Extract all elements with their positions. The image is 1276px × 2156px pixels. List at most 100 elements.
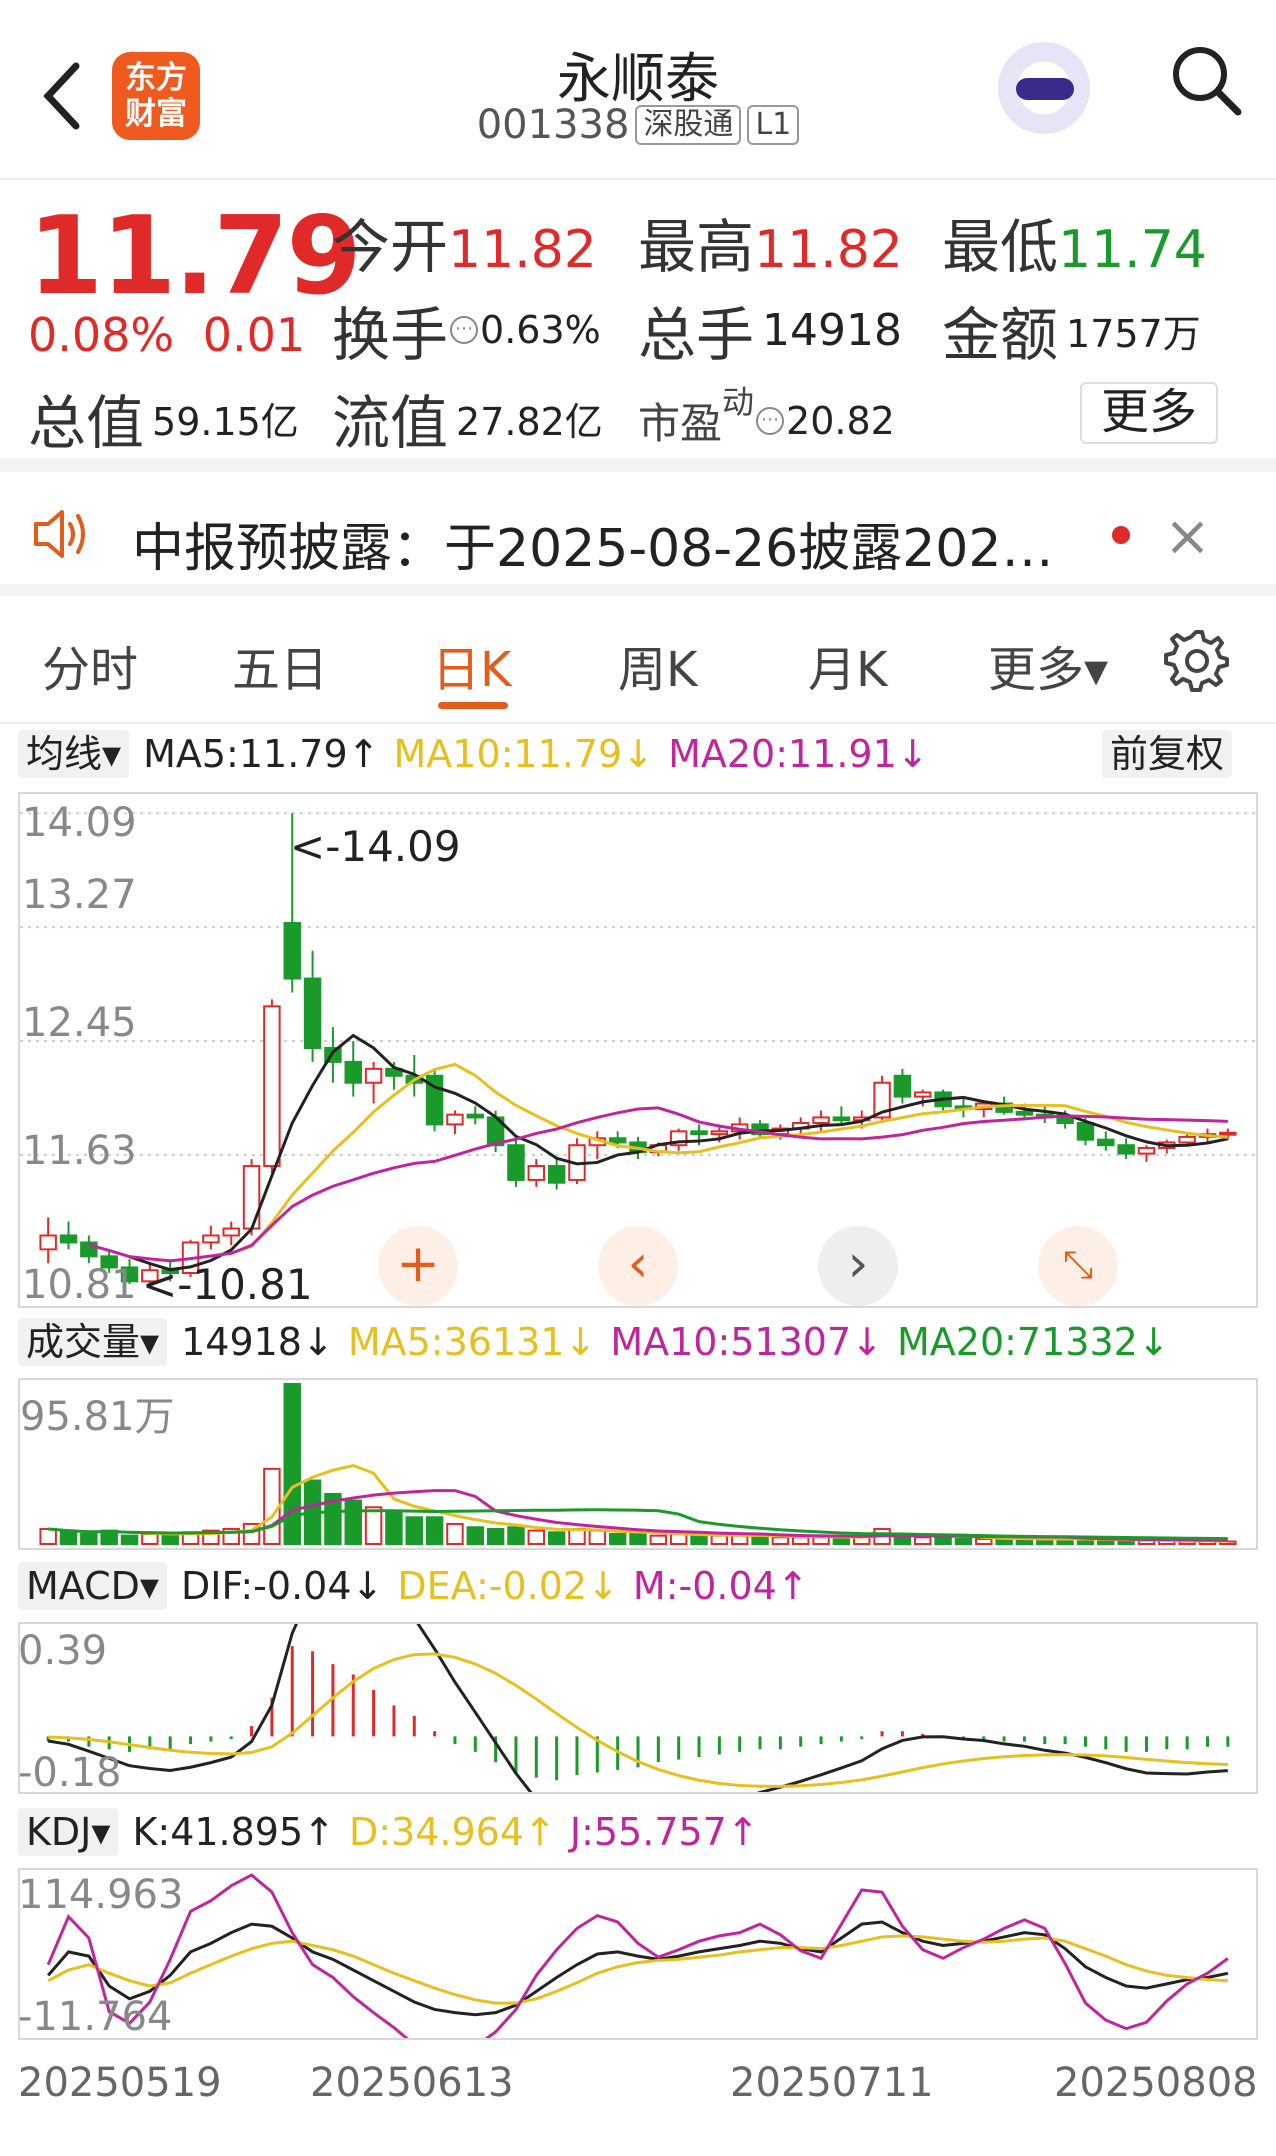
- volume-bar: [975, 1537, 993, 1545]
- volume-bar: [954, 1537, 973, 1545]
- ma10-line: [230, 1062, 1228, 1255]
- close-icon[interactable]: ×: [1164, 504, 1211, 569]
- candle: [1015, 1110, 1034, 1116]
- kdj-dropdown[interactable]: KDJ▾: [18, 1808, 119, 1856]
- zoom-in-button[interactable]: +: [378, 1226, 458, 1306]
- ma-dropdown-label: 均线: [26, 732, 103, 776]
- kline-indicator-row: 均线▾ MA5:11.79↑ MA10:11.79↓ MA20:11.91↓: [18, 730, 929, 778]
- kdj-j: J:55.757↑: [569, 1810, 759, 1854]
- candle: [242, 1165, 261, 1230]
- pe-field: 市盈 动 ⋯ 20.82: [638, 372, 895, 451]
- macd-dea: DEA:-0.02↓: [397, 1564, 619, 1608]
- volume-bar: [547, 1531, 566, 1545]
- volume-bar: [791, 1536, 810, 1546]
- level-tag: L1: [747, 105, 800, 145]
- volume-bar: [39, 1527, 57, 1546]
- kdj-d: D:34.964↑: [349, 1810, 556, 1854]
- volume-dropdown[interactable]: 成交量▾: [18, 1318, 168, 1366]
- macd-y-bottom: -0.18: [18, 1750, 122, 1796]
- kdj-chart[interactable]: [18, 1868, 1258, 2040]
- candle: [1076, 1122, 1095, 1141]
- volume-bar: [80, 1532, 98, 1545]
- candle: [283, 922, 301, 980]
- candle: [263, 1005, 281, 1168]
- kline-y-label: 11.63: [22, 1128, 137, 1174]
- info-icon[interactable]: ⋯: [756, 406, 785, 435]
- volume-bar: [914, 1536, 932, 1546]
- collapse-icon[interactable]: ⤡: [1038, 1226, 1118, 1306]
- candle: [914, 1091, 932, 1098]
- speaker-icon: [30, 506, 94, 566]
- ma10-value: MA10:11.79↓: [393, 732, 655, 776]
- volume-chart[interactable]: [18, 1378, 1258, 1550]
- candle: [690, 1130, 708, 1136]
- tab-intraday[interactable]: 分时: [42, 630, 138, 700]
- change-percent: 0.08%: [28, 308, 175, 362]
- amount-field: 金额 1757万: [942, 288, 1201, 372]
- candle: [1117, 1144, 1135, 1155]
- mcap-label: 总值: [28, 389, 145, 457]
- scroll-right-button[interactable]: ›: [818, 1226, 898, 1306]
- info-icon[interactable]: ⋯: [450, 316, 479, 344]
- candle: [812, 1116, 830, 1125]
- candle: [507, 1144, 525, 1181]
- settings-button[interactable]: [1164, 628, 1230, 698]
- volume-ma10: MA10:51307↓: [610, 1320, 883, 1364]
- volume-label: 总手: [638, 301, 755, 369]
- macd-dif: DIF:-0.04↓: [181, 1564, 384, 1608]
- volume-bar: [649, 1534, 668, 1546]
- more-quote-button[interactable]: 更多: [1080, 382, 1218, 444]
- adjust-button[interactable]: 前复权: [1102, 730, 1233, 778]
- float-value: 27.82亿: [456, 399, 603, 444]
- high-field: 最高11.82: [638, 200, 903, 284]
- candle: [364, 1067, 383, 1084]
- turnover-label: 换手: [332, 301, 449, 369]
- macd-chart[interactable]: [18, 1622, 1258, 1794]
- volume-value: 14918: [762, 304, 902, 356]
- macd-dropdown[interactable]: MACD▾: [18, 1562, 167, 1610]
- volume-current: 14918↓: [181, 1320, 334, 1364]
- tab-more[interactable]: 更多▾: [988, 630, 1108, 700]
- kline-y-label: 13.27: [22, 872, 137, 918]
- tab-five-day[interactable]: 五日: [232, 630, 328, 700]
- tab-monthly-k[interactable]: 月K: [808, 630, 887, 700]
- volume-bar: [120, 1534, 139, 1546]
- candle: [59, 1234, 78, 1244]
- amount-value: 1757万: [1066, 311, 1201, 356]
- volume-bar: [934, 1536, 952, 1546]
- tab-daily-k[interactable]: 日K: [432, 630, 511, 700]
- open-label: 今开: [332, 213, 449, 281]
- notice-text[interactable]: 中报预披露：于2025-08-26披露202…: [132, 506, 1053, 581]
- high-label: 最高: [638, 213, 755, 281]
- candle: [202, 1234, 220, 1244]
- candle: [608, 1137, 627, 1144]
- tab-weekly-k[interactable]: 周K: [618, 630, 697, 700]
- kline-y-label: 12.45: [22, 1000, 137, 1046]
- change-row: 0.08% 0.01: [28, 308, 305, 362]
- volume-ma20: MA20:71332↓: [896, 1320, 1170, 1364]
- pe-label: 市盈: [638, 399, 723, 448]
- kline-y-label: 14.09: [22, 800, 137, 846]
- last-price: 11.79: [28, 194, 362, 319]
- ma-dropdown[interactable]: 均线▾: [18, 730, 130, 778]
- volume-bar: [669, 1532, 688, 1545]
- volume-bar: [771, 1536, 790, 1546]
- volume-bar: [486, 1527, 505, 1546]
- candle: [710, 1130, 729, 1136]
- volume-dropdown-label: 成交量: [26, 1320, 141, 1364]
- min-price-marker: <-10.81: [142, 1260, 313, 1309]
- high-value: 11.82: [754, 220, 903, 280]
- kdj-dropdown-label: KDJ: [26, 1810, 92, 1854]
- kdj-y-top: 114.963: [18, 1872, 184, 1918]
- pe-superscript: 动: [722, 382, 755, 421]
- pe-value: 20.82: [786, 398, 895, 443]
- low-value: 11.74: [1058, 220, 1207, 280]
- kdj-indicator-row: KDJ▾ K:41.895↑ D:34.964↑ J:55.757↑: [18, 1808, 759, 1856]
- turnover-field: 换手 ⋯ 0.63%: [332, 288, 601, 372]
- volume-bar: [588, 1529, 607, 1546]
- volume-bar: [141, 1532, 159, 1545]
- d-line: [47, 1934, 1228, 2005]
- candle: [1178, 1135, 1196, 1144]
- scroll-left-button[interactable]: ‹: [598, 1226, 678, 1306]
- search-button[interactable]: [1168, 42, 1244, 118]
